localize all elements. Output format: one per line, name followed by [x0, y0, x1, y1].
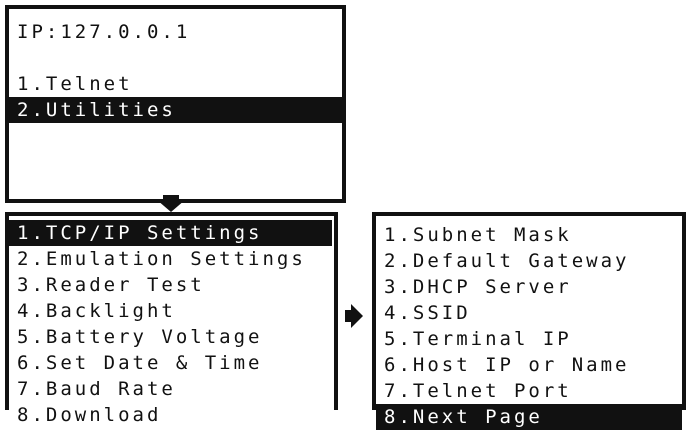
menu-item-backlight[interactable]: 4.Backlight — [9, 298, 334, 324]
menu-item-dhcp-server[interactable]: 3.DHCP Server — [376, 274, 682, 300]
menu-item-utilities[interactable]: 2.Utilities — [9, 97, 342, 123]
menu-item-host-ip-or-name[interactable]: 6.Host IP or Name — [376, 352, 682, 378]
menu-item-emulation-settings[interactable]: 2.Emulation Settings — [9, 246, 334, 272]
utilities-menu-screen: 1.TCP/IP Settings 2.Emulation Settings 3… — [5, 212, 338, 426]
menu-item-reader-test[interactable]: 3.Reader Test — [9, 272, 334, 298]
menu-item-baud-rate[interactable]: 7.Baud Rate — [9, 376, 334, 402]
menu-item-subnet-mask[interactable]: 1.Subnet Mask — [376, 222, 682, 248]
arrow-right-icon — [351, 304, 363, 328]
menu-item-terminal-ip[interactable]: 5.Terminal IP — [376, 326, 682, 352]
menu-item-next-page[interactable]: 8.Next Page — [376, 404, 682, 430]
menu-item-set-date-time[interactable]: 6.Set Date & Time — [9, 350, 334, 376]
menu-item-download[interactable]: 8.Download — [9, 402, 334, 428]
menu-item-default-gateway[interactable]: 2.Default Gateway — [376, 248, 682, 274]
main-menu-screen: IP:127.0.0.1 1.Telnet 2.Utilities — [5, 5, 346, 203]
arrow-down-icon — [157, 200, 185, 212]
menu-item-tcpip-settings[interactable]: 1.TCP/IP Settings — [9, 220, 332, 246]
tcpip-settings-screen: 1.Subnet Mask 2.Default Gateway 3.DHCP S… — [372, 212, 686, 430]
menu-item-ssid[interactable]: 4.SSID — [376, 300, 682, 326]
menu-item-telnet[interactable]: 1.Telnet — [9, 71, 342, 97]
ip-address-label: IP:127.0.0.1 — [17, 21, 191, 43]
menu-item-battery-voltage[interactable]: 5.Battery Voltage — [9, 324, 334, 350]
menu-item-telnet-port[interactable]: 7.Telnet Port — [376, 378, 682, 404]
